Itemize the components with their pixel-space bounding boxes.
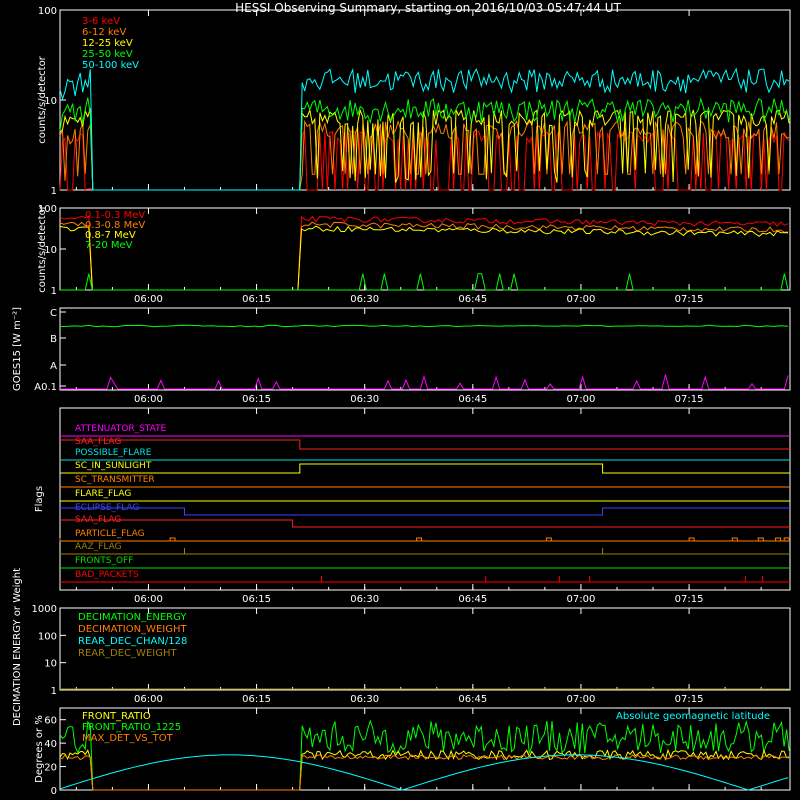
flag-trace: [60, 576, 790, 583]
series-line: [59, 324, 789, 328]
x-tick-label: 06:00: [134, 394, 163, 405]
y-tick-label: B: [50, 334, 57, 345]
flag-trace: [60, 548, 790, 555]
y-axis-label: Flags: [34, 486, 45, 512]
panel-3: 06:00 06:15 06:30 06:45 07:00 07:15 A0.1 A B C GOE…: [12, 307, 791, 405]
plots-layer: 110100counts/s/detector3-6 keV6-12 keV12…: [12, 6, 791, 797]
series-line: [59, 129, 790, 191]
x-tick-label: 06:15: [242, 294, 271, 305]
legend-entry: DECIMATION_WEIGHT: [78, 624, 187, 635]
hessi-observing-summary: HESSI Observing Summary, starting on 201…: [12, 1, 791, 797]
flag-label: AAZ_FLAG: [75, 542, 122, 552]
chart-title: HESSI Observing Summary, starting on 201…: [235, 1, 621, 15]
panel-4: 06:00 06:15 06:30 06:45 07:00 07:15 Flags ATTEN…: [34, 407, 791, 605]
flag-label: POSSIBLE_FLARE: [75, 448, 152, 458]
y-tick-label: 1: [51, 686, 57, 697]
legend-entry: 12-25 keV: [82, 38, 133, 49]
x-tick-label: 06:15: [242, 394, 271, 405]
y-axis-label: counts/s/detector: [37, 55, 48, 143]
legend-entry: DECIMATION_ENERGY: [78, 612, 187, 623]
y-tick-label: 20: [44, 763, 57, 774]
y-axis-label: counts/s/detector: [37, 204, 48, 292]
x-tick-label: 06:00: [134, 294, 163, 305]
legend-entry: 3-6 keV: [82, 16, 120, 27]
y-tick-label: 40: [44, 739, 57, 750]
x-tick-label: 07:15: [675, 294, 704, 305]
flag-trace: [60, 507, 790, 516]
series-line: [60, 374, 789, 390]
x-tick-label: 07:15: [675, 694, 704, 705]
x-tick-label: 07:15: [675, 594, 704, 605]
flag-label: FLARE_FLAG: [75, 489, 131, 499]
x-tick-label: 06:00: [134, 694, 163, 705]
series-line: [59, 119, 790, 191]
series-line: [59, 748, 790, 791]
legend-entry: 50-100 keV: [82, 60, 139, 71]
y-tick-label: 0: [51, 786, 57, 797]
panel-6: 0 20 40 60Degrees or % FRONT_RATIOFRONT_RATI…: [34, 707, 791, 797]
x-tick-label: 06:00: [134, 594, 163, 605]
series-line: [59, 225, 789, 291]
panel-frame: [59, 407, 791, 591]
panel-frame: [59, 307, 791, 391]
flag-trace: [60, 439, 790, 450]
legend-entry: Absolute geomagnetic latitude: [616, 711, 770, 722]
x-tick-label: 07:00: [567, 694, 596, 705]
flag-label: ATTENUATOR_STATE: [75, 424, 167, 434]
y-axis-label: GOES15 [W m⁻²]: [12, 307, 23, 391]
panel-5: 06:00 06:15 06:30 06:45 07:00 07:15 1 10 100 1000…: [12, 568, 791, 726]
x-tick-label: 07:15: [675, 394, 704, 405]
panel-2: 06:00 06:15 06:30 06:45 07:00 07:15110100coun…: [37, 204, 791, 305]
flag-label: SC_IN_SUNLIGHT: [75, 461, 152, 471]
x-tick-label: 06:15: [242, 694, 271, 705]
series-line: [60, 273, 789, 291]
y-axis-label: DECIMATION ENERGY or Weight: [12, 568, 23, 726]
x-tick-label: 06:30: [350, 694, 379, 705]
x-tick-label: 06:45: [458, 294, 487, 305]
y-tick-label: 60: [44, 716, 57, 727]
x-tick-label: 06:45: [458, 394, 487, 405]
flag-trace: [60, 519, 790, 528]
panel-1: 110100counts/s/detector3-6 keV6-12 keV12…: [37, 6, 791, 197]
panel-frame: [59, 207, 791, 291]
flag-label: BAD_PACKETS: [75, 570, 139, 580]
legend-entry: MAX_DET_VS_TOT: [82, 733, 174, 744]
y-tick-label: 1: [51, 186, 57, 197]
x-tick-label: 07:00: [567, 594, 596, 605]
flag-label: FRONTS_OFF: [75, 556, 133, 566]
x-tick-label: 07:00: [567, 294, 596, 305]
y-tick-label: 100: [38, 6, 57, 17]
y-tick-label: 1000: [32, 604, 57, 615]
y-axis-label: Degrees or %: [34, 715, 45, 783]
y-tick-label: A: [50, 361, 57, 372]
x-tick-label: 06:30: [350, 294, 379, 305]
x-tick-label: 06:15: [242, 594, 271, 605]
y-tick-label: C: [50, 308, 57, 319]
flag-label: SC_TRANSMITTER: [75, 475, 155, 485]
legend-entry: 25-50 keV: [82, 49, 133, 60]
legend-entry: FRONT_RATIO_1225: [82, 722, 181, 733]
y-tick-label: 10: [44, 659, 57, 670]
y-tick-label: 1: [51, 286, 57, 297]
x-tick-label: 06:30: [350, 394, 379, 405]
x-tick-label: 06:45: [458, 594, 487, 605]
legend-entry: 7-20 MeV: [85, 240, 133, 251]
x-tick-label: 06:45: [458, 694, 487, 705]
legend-entry: REAR_DEC_WEIGHT: [78, 648, 177, 659]
x-tick-label: 06:30: [350, 594, 379, 605]
flag-label: SAA_FLAG: [75, 437, 121, 447]
legend-entry: 6-12 keV: [82, 27, 126, 38]
y-tick-label: A0.1: [34, 382, 57, 393]
legend-entry: REAR_DEC_CHAN/128: [78, 636, 187, 647]
x-tick-label: 07:00: [567, 394, 596, 405]
flag-trace: [60, 463, 790, 474]
series-line: [59, 754, 789, 791]
legend-entry: FRONT_RATIO: [82, 711, 151, 722]
flag-trace: [59, 537, 790, 542]
flag-label: PARTICLE_FLAG: [75, 529, 145, 539]
y-tick-label: 100: [38, 631, 57, 642]
